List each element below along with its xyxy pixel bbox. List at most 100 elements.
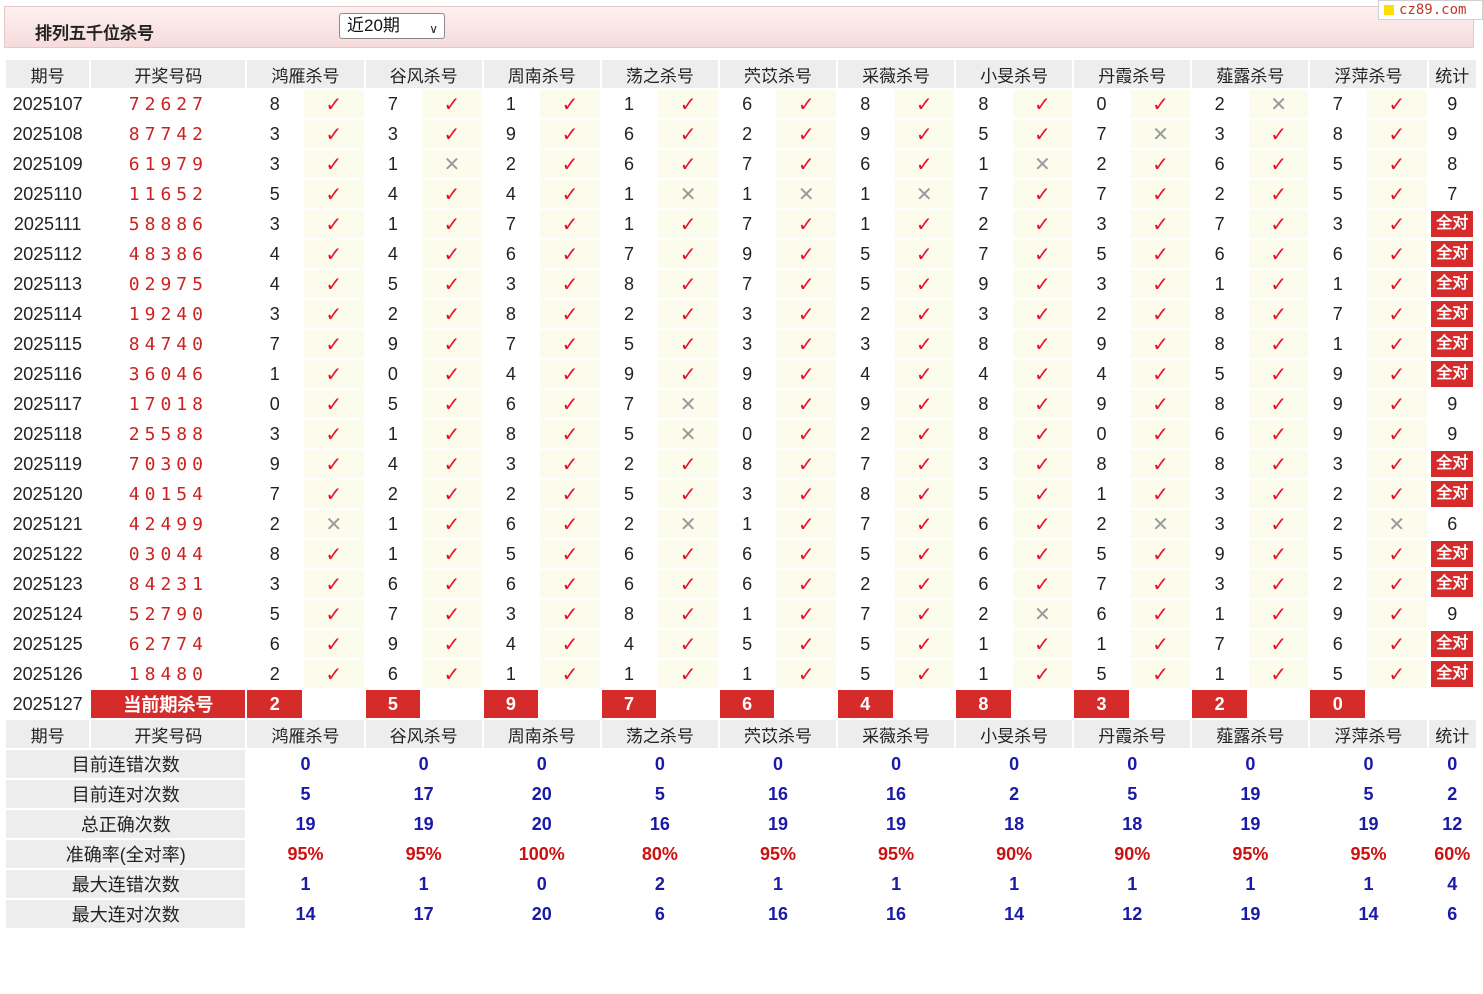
kill-number-cell: 7 <box>838 450 893 478</box>
result-cell: ✓ <box>1248 420 1309 448</box>
header-expert[interactable]: 浮萍杀号 <box>1310 720 1427 748</box>
result-cell: ✓ <box>1248 570 1309 598</box>
check-icon: ✓ <box>797 243 815 266</box>
check-icon: ✓ <box>1388 183 1406 206</box>
check-icon: ✓ <box>1152 393 1169 416</box>
kill-number-cell: 3 <box>247 150 302 178</box>
kill-number-cell: 2 <box>1074 150 1129 178</box>
check-icon: ✓ <box>1152 543 1169 566</box>
result-cell: ✓ <box>303 570 364 598</box>
result-cell: ✓ <box>303 660 364 688</box>
result-cell: ✓ <box>658 360 718 388</box>
result-cell: ✓ <box>422 540 482 568</box>
check-icon: ✓ <box>679 333 697 356</box>
check-icon: ✓ <box>325 213 343 236</box>
header-expert[interactable]: 薤露杀号 <box>1192 60 1309 88</box>
kill-number-cell: 7 <box>1192 630 1247 658</box>
header-expert[interactable]: 采薇杀号 <box>838 60 955 88</box>
result-cell: ✓ <box>303 390 364 418</box>
kill-number-cell: 5 <box>1310 540 1365 568</box>
check-icon: ✓ <box>1270 573 1288 596</box>
header-expert[interactable]: 浮萍杀号 <box>1310 60 1427 88</box>
current-label: 当前期杀号 <box>91 690 246 718</box>
check-icon: ✓ <box>561 183 579 206</box>
summary-value: 20 <box>483 780 600 808</box>
check-icon: ✓ <box>1388 453 1406 476</box>
result-cell: ✓ <box>658 630 718 658</box>
check-icon: ✓ <box>1388 393 1406 416</box>
period-select[interactable]: 近20期 ∨ <box>339 13 445 39</box>
header-expert[interactable]: 小旻杀号 <box>956 720 1073 748</box>
header-expert[interactable]: 茓苡杀号 <box>719 60 837 88</box>
result-cell: ✓ <box>776 270 837 298</box>
summary-value: 19 <box>247 810 364 838</box>
cross-icon: ✕ <box>1034 603 1051 626</box>
header-expert[interactable]: 鸿雁杀号 <box>247 60 364 88</box>
result-cell: ✓ <box>1248 540 1309 568</box>
summary-value: 19 <box>838 810 955 838</box>
header-expert[interactable]: 茓苡杀号 <box>719 720 837 748</box>
result-cell: ✓ <box>1012 180 1073 208</box>
kill-number-cell: 2 <box>838 420 893 448</box>
draw-number-cell: 58886 <box>91 210 246 238</box>
kill-number-cell: 5 <box>838 660 893 688</box>
kill-number-cell: 8 <box>1074 450 1129 478</box>
kill-number-cell: 7 <box>1074 570 1129 598</box>
stat-cell: 9 <box>1428 120 1476 148</box>
summary-value: 5 <box>601 780 718 808</box>
check-icon: ✓ <box>1152 213 1169 236</box>
kill-number-cell: 4 <box>1074 360 1129 388</box>
result-cell: ✕ <box>1012 600 1073 628</box>
header-expert[interactable]: 谷风杀号 <box>365 720 482 748</box>
check-icon: ✓ <box>1270 363 1288 386</box>
kill-number-cell: 4 <box>483 630 539 658</box>
result-cell: ✓ <box>1248 390 1309 418</box>
kill-number-cell: 2 <box>956 210 1011 238</box>
kill-number-cell: 2 <box>1074 300 1129 328</box>
header-expert[interactable]: 丹霞杀号 <box>1074 720 1191 748</box>
check-icon: ✓ <box>797 363 815 386</box>
kill-number-cell: 1 <box>719 510 775 538</box>
header-expert[interactable]: 薤露杀号 <box>1192 720 1309 748</box>
result-cell: ✓ <box>1248 210 1309 238</box>
result-cell: ✓ <box>303 210 364 238</box>
summary-label: 总正确次数 <box>6 810 246 838</box>
kill-number-cell: 3 <box>1074 270 1129 298</box>
current-empty-cell <box>894 690 955 718</box>
result-cell: ✕ <box>658 390 718 418</box>
check-icon: ✓ <box>1034 453 1051 476</box>
result-cell: ✓ <box>1012 660 1073 688</box>
kill-number-cell: 1 <box>601 660 657 688</box>
kill-number-cell: 4 <box>365 180 421 208</box>
check-icon: ✓ <box>325 453 343 476</box>
result-cell: ✓ <box>658 600 718 628</box>
check-icon: ✓ <box>1034 303 1051 326</box>
kill-number-cell: 8 <box>1310 120 1365 148</box>
header-expert[interactable]: 周南杀号 <box>483 720 600 748</box>
summary-value: 0 <box>1310 750 1427 778</box>
header-expert[interactable]: 鸿雁杀号 <box>247 720 364 748</box>
header-expert[interactable]: 谷风杀号 <box>365 60 482 88</box>
kill-number-cell: 1 <box>365 420 421 448</box>
header-expert[interactable]: 荡之杀号 <box>601 720 718 748</box>
check-icon: ✓ <box>1034 513 1051 536</box>
header-expert[interactable]: 丹霞杀号 <box>1074 60 1191 88</box>
header-expert[interactable]: 荡之杀号 <box>601 60 718 88</box>
result-cell: ✓ <box>658 330 718 358</box>
check-icon: ✓ <box>1034 333 1051 356</box>
kill-number-cell: 8 <box>838 90 893 118</box>
header-expert[interactable]: 周南杀号 <box>483 60 600 88</box>
header-expert[interactable]: 小旻杀号 <box>956 60 1073 88</box>
site-logo[interactable]: cz89.com <box>1378 0 1483 20</box>
kill-number-cell: 1 <box>1310 330 1365 358</box>
kill-number-cell: 6 <box>601 120 657 148</box>
kill-number-cell: 1 <box>719 600 775 628</box>
kill-number-cell: 6 <box>365 660 421 688</box>
result-cell: ✓ <box>422 90 482 118</box>
check-icon: ✓ <box>1388 663 1406 686</box>
kill-number-cell: 7 <box>838 600 893 628</box>
kill-number-cell: 7 <box>483 330 539 358</box>
header-expert[interactable]: 采薇杀号 <box>838 720 955 748</box>
draw-number-cell: 18480 <box>91 660 246 688</box>
result-cell: ✓ <box>1012 300 1073 328</box>
